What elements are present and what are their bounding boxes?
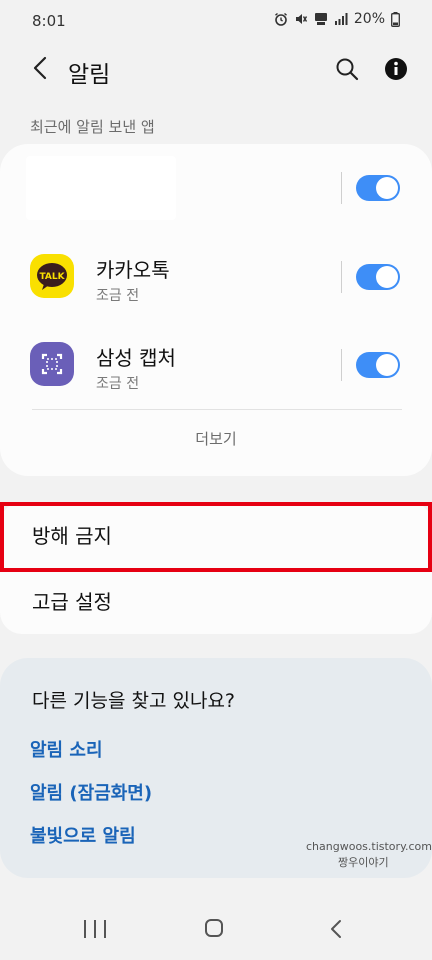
app-sub-kakaotalk: 조금 전: [96, 288, 140, 304]
status-time: 8:01: [32, 12, 66, 30]
toggle-knob: [376, 177, 398, 199]
search-icon: [335, 57, 359, 85]
status-icons: 20%: [274, 11, 400, 27]
related-features-title: 다른 기능을 찾고 있나요?: [32, 690, 236, 712]
link-flash-notification[interactable]: 불빛으로 알림: [30, 822, 136, 848]
app-name-samsung-capture: 삼성 캡처: [96, 346, 176, 370]
alarm-icon: [274, 12, 288, 26]
page-title: 알림: [68, 62, 111, 88]
search-button[interactable]: [332, 56, 362, 86]
card-divider: [32, 409, 402, 410]
recent-apps-icon: [84, 920, 86, 938]
toggle-knob: [376, 266, 398, 288]
battery-icon: [391, 11, 400, 27]
link-notification-sound[interactable]: 알림 소리: [30, 736, 103, 762]
watermark-name: 짱우이야기: [338, 856, 389, 869]
back-nav-icon: [326, 920, 348, 944]
samsung-capture-icon: [30, 342, 74, 386]
kakaotalk-icon: TALK: [30, 254, 74, 298]
app-name-kakaotalk: 카카오톡: [96, 258, 170, 282]
watermark-url: changwoos.tistory.com: [306, 840, 432, 853]
recent-apps-icon-bar: [104, 920, 106, 938]
toggle-divider: [341, 349, 342, 381]
recent-apps-nav-button[interactable]: [84, 920, 106, 940]
back-button[interactable]: [26, 56, 54, 84]
toggle-divider: [341, 172, 342, 204]
section-label-recent: 최근에 알림 보낸 앱: [30, 118, 155, 136]
app-toggle-1[interactable]: [356, 175, 400, 201]
back-nav-button[interactable]: [326, 918, 348, 940]
toggle-knob: [376, 354, 398, 376]
recent-apps-icon-bar: [94, 920, 96, 938]
app-toggle-kakaotalk[interactable]: [356, 264, 400, 290]
mute-icon: [294, 12, 308, 26]
info-button[interactable]: [381, 56, 411, 86]
app-sub-samsung-capture: 조금 전: [96, 376, 140, 392]
info-icon: [384, 57, 408, 85]
more-button[interactable]: 더보기: [0, 428, 432, 449]
toggle-divider: [341, 261, 342, 293]
do-not-disturb-label: 방해 금지: [32, 524, 112, 548]
volte-icon: [314, 12, 328, 26]
kakaotalk-icon-text: TALK: [39, 272, 65, 282]
home-nav-button[interactable]: [205, 919, 223, 937]
battery-percent: 20%: [353, 11, 385, 27]
chevron-left-icon: [32, 56, 48, 84]
app-toggle-samsung-capture[interactable]: [356, 352, 400, 378]
advanced-settings-item[interactable]: 고급 설정: [32, 586, 112, 615]
signal-icon: [334, 12, 348, 26]
link-lockscreen-notifications[interactable]: 알림 (잠금화면): [30, 779, 152, 805]
blank-app-row[interactable]: [26, 156, 176, 220]
